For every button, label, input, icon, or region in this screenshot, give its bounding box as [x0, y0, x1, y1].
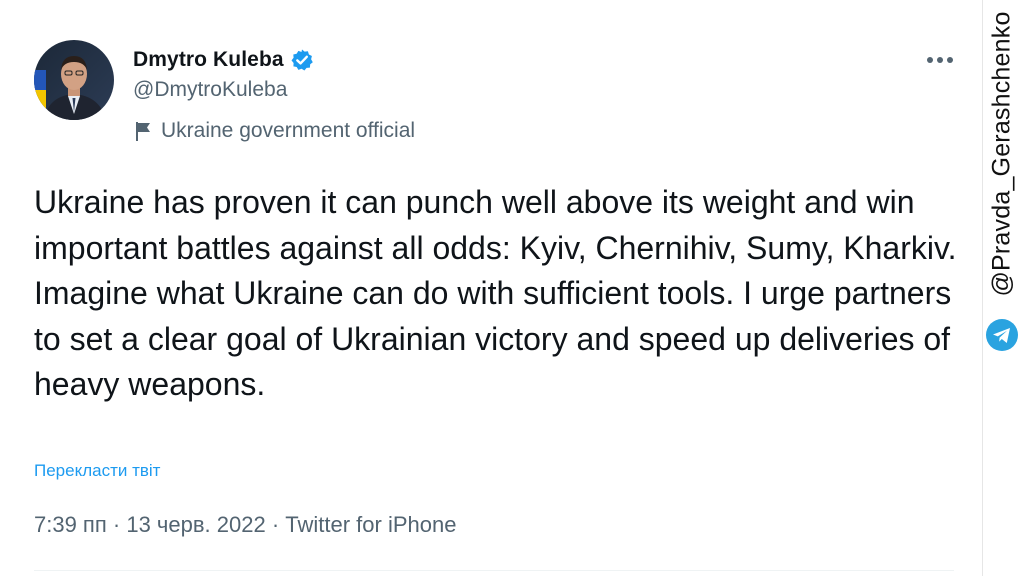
- tweet-metadata: 7:39 пп · 13 черв. 2022 · Twitter for iP…: [34, 512, 456, 538]
- tweet-source[interactable]: Twitter for iPhone: [285, 512, 456, 537]
- tweet-time[interactable]: 7:39 пп: [34, 512, 107, 537]
- more-options-button[interactable]: [918, 46, 962, 74]
- government-label: Ukraine government official: [133, 117, 415, 145]
- author-name[interactable]: Dmytro Kuleba: [133, 48, 284, 72]
- telegram-icon: [985, 318, 1019, 352]
- divider: [34, 570, 954, 571]
- meta-separator: ·: [106, 512, 127, 537]
- meta-separator: ·: [265, 512, 286, 537]
- watermark-handle: @Pravda_Gerashchenko: [987, 11, 1016, 297]
- tweet-card: Dmytro Kuleba @DmytroKuleba Ukraine gove…: [0, 0, 982, 576]
- avatar-image: [34, 40, 114, 120]
- author-handle[interactable]: @DmytroKuleba: [133, 78, 287, 102]
- avatar[interactable]: [34, 40, 114, 120]
- more-options-icon: [927, 57, 953, 63]
- verified-badge-icon: [290, 48, 314, 72]
- screenshot: Dmytro Kuleba @DmytroKuleba Ukraine gove…: [0, 0, 1024, 576]
- author-name-row: Dmytro Kuleba: [133, 44, 314, 76]
- tweet-text: Ukraine has proven it can punch well abo…: [34, 184, 957, 402]
- flag-icon: [133, 120, 153, 142]
- government-label-text: Ukraine government official: [161, 119, 416, 142]
- tweet-date[interactable]: 13 черв. 2022: [126, 512, 265, 537]
- translate-tweet-link[interactable]: Перекласти твіт: [34, 461, 160, 481]
